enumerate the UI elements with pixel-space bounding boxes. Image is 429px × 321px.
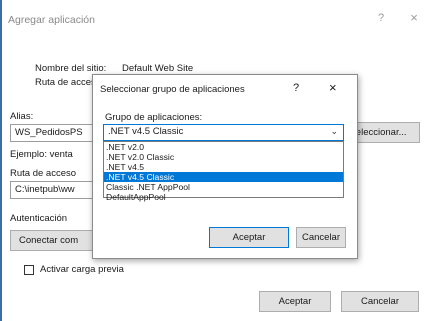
connect-as-button[interactable]: Conectar com (10, 230, 102, 251)
app-pool-help-button[interactable]: ? (293, 82, 299, 94)
alias-label: Alias: (10, 111, 34, 122)
app-pool-dialog: Seleccionar grupo de aplicaciones ? × Gr… (92, 74, 358, 259)
app-pool-close-button[interactable]: × (329, 80, 337, 95)
app-pool-option[interactable]: DefaultAppPool (104, 192, 343, 202)
app-pool-option-selected[interactable]: .NET v4.5 Classic (104, 172, 343, 182)
site-name-value: Default Web Site (122, 63, 194, 74)
site-name-label: Nombre del sitio: (35, 63, 107, 74)
app-pool-ok-button[interactable]: Aceptar (209, 227, 289, 248)
physical-path-input[interactable]: C:\inetpub\ww (10, 181, 102, 199)
app-pool-cancel-button[interactable]: Cancelar (296, 227, 346, 248)
chevron-down-icon: ⌄ (330, 126, 338, 136)
help-button[interactable]: ? (374, 12, 388, 24)
app-pool-option[interactable]: Classic .NET AppPool (104, 182, 343, 192)
app-pool-select[interactable]: .NET v4.5 Classic ⌄ (103, 124, 344, 141)
window-edge (0, 0, 2, 321)
app-pool-dropdown-list: .NET v2.0 .NET v2.0 Classic .NET v4.5 .N… (103, 141, 344, 202)
access-route-label: Ruta de acces (35, 77, 96, 88)
preload-label: Activar carga previa (40, 264, 124, 275)
app-pool-label: Grupo de aplicaciones: (105, 112, 203, 123)
app-pool-option[interactable]: .NET v2.0 Classic (104, 152, 343, 162)
app-pool-option[interactable]: .NET v4.5 (104, 162, 343, 172)
example-label: Ejemplo: venta (10, 149, 73, 160)
preload-checkbox[interactable] (24, 265, 34, 275)
ok-button[interactable]: Aceptar (259, 291, 331, 312)
physical-path-label: Ruta de acceso (10, 168, 77, 179)
dialog-title: Agregar aplicación (8, 14, 95, 26)
app-pool-selected-value: .NET v4.5 Classic (108, 126, 184, 137)
app-pool-option[interactable]: .NET v2.0 (104, 142, 343, 152)
app-pool-dialog-title: Seleccionar grupo de aplicaciones (100, 84, 245, 95)
close-button[interactable]: × (407, 10, 421, 25)
authentication-label: Autenticación (10, 213, 68, 224)
cancel-button[interactable]: Cancelar (341, 291, 419, 312)
alias-input[interactable]: WS_PedidosPS (10, 124, 102, 142)
